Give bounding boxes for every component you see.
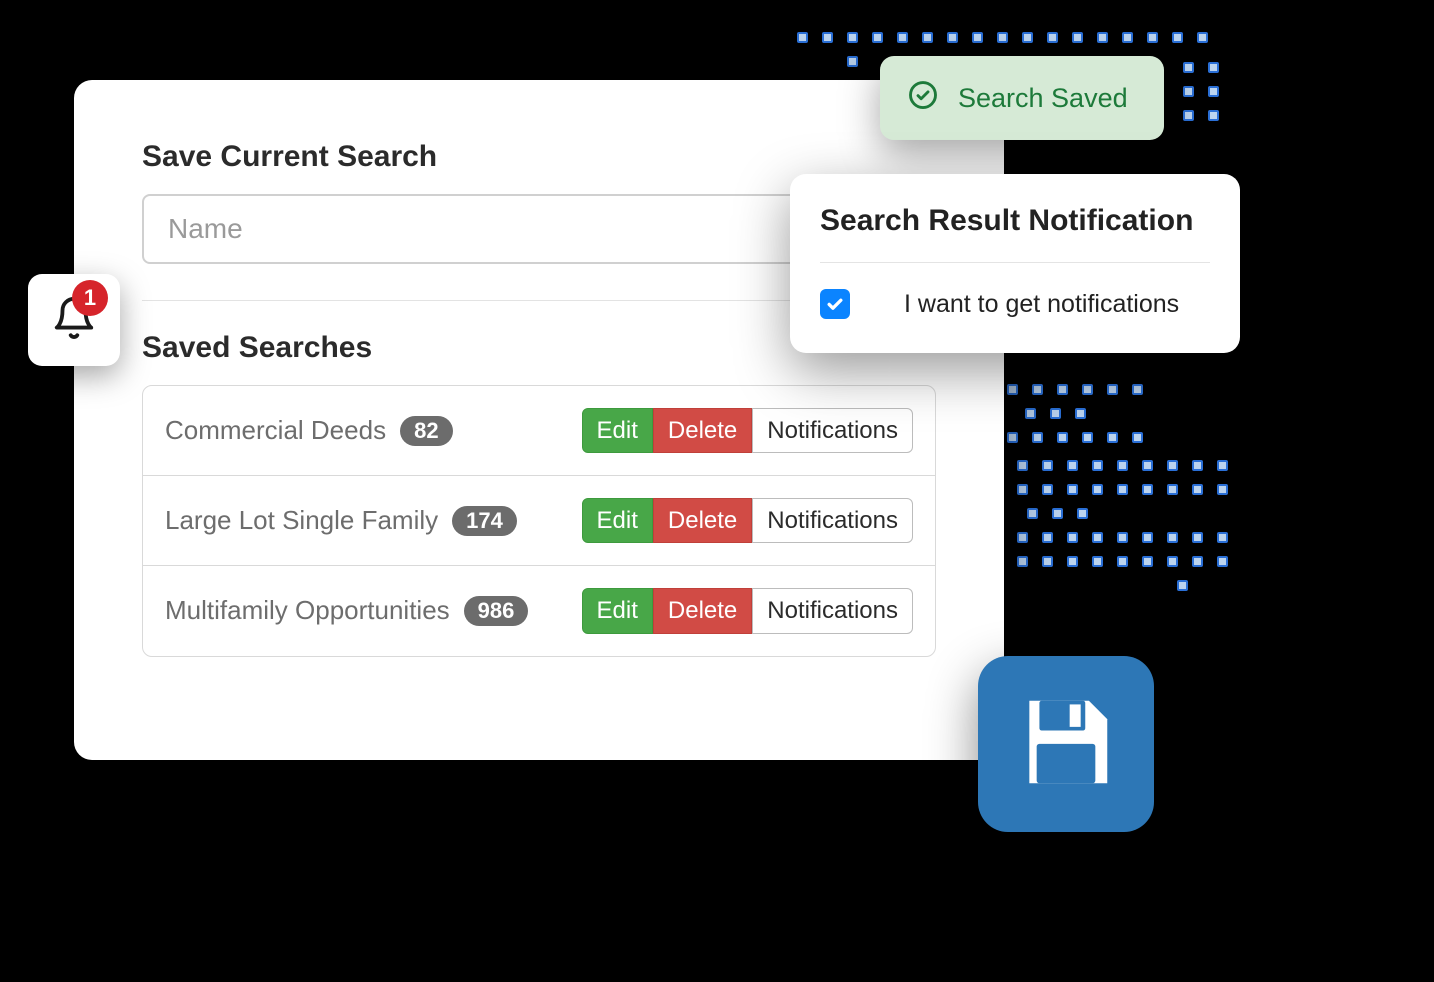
notifications-button[interactable]: Notifications <box>752 588 913 633</box>
save-icon-tile[interactable] <box>978 656 1154 832</box>
row-actions: Edit Delete Notifications <box>582 588 913 633</box>
row-actions: Edit Delete Notifications <box>582 498 913 543</box>
delete-button[interactable]: Delete <box>653 588 752 633</box>
saved-search-count-badge: 82 <box>400 416 452 446</box>
floppy-disk-icon <box>1011 687 1121 802</box>
edit-button[interactable]: Edit <box>582 498 653 543</box>
decorative-dots <box>1000 380 1235 600</box>
edit-button[interactable]: Edit <box>582 588 653 633</box>
notifications-opt-in-checkbox[interactable] <box>820 289 850 319</box>
saved-search-row: Large Lot Single Family 174 Edit Delete … <box>143 475 935 565</box>
save-current-search-title: Save Current Search <box>142 140 936 174</box>
search-result-notification-panel: Search Result Notification I want to get… <box>790 174 1240 353</box>
delete-button[interactable]: Delete <box>653 498 752 543</box>
saved-searches-list: Commercial Deeds 82 Edit Delete Notifica… <box>142 385 936 657</box>
toast-label: Search Saved <box>958 83 1128 114</box>
notifications-button[interactable]: Notifications <box>752 408 913 453</box>
saved-search-count-badge: 174 <box>452 506 517 536</box>
saved-search-row: Commercial Deeds 82 Edit Delete Notifica… <box>143 386 935 475</box>
saved-search-name: Commercial Deeds <box>165 415 386 446</box>
notification-panel-title: Search Result Notification <box>820 204 1210 263</box>
delete-button[interactable]: Delete <box>653 408 752 453</box>
search-saved-toast: Search Saved <box>880 56 1164 140</box>
check-circle-icon <box>908 80 938 117</box>
notifications-button[interactable]: Notifications <box>752 498 913 543</box>
notifications-opt-in-label: I want to get notifications <box>904 290 1179 319</box>
decorative-dots <box>1176 58 1226 130</box>
notifications-bell-card[interactable]: 1 <box>28 274 120 366</box>
saved-search-name: Large Lot Single Family <box>165 505 438 536</box>
notification-count-badge: 1 <box>72 280 108 316</box>
saved-search-row: Multifamily Opportunities 986 Edit Delet… <box>143 565 935 655</box>
edit-button[interactable]: Edit <box>582 408 653 453</box>
row-actions: Edit Delete Notifications <box>582 408 913 453</box>
saved-search-name: Multifamily Opportunities <box>165 595 450 626</box>
saved-search-count-badge: 986 <box>464 596 529 626</box>
